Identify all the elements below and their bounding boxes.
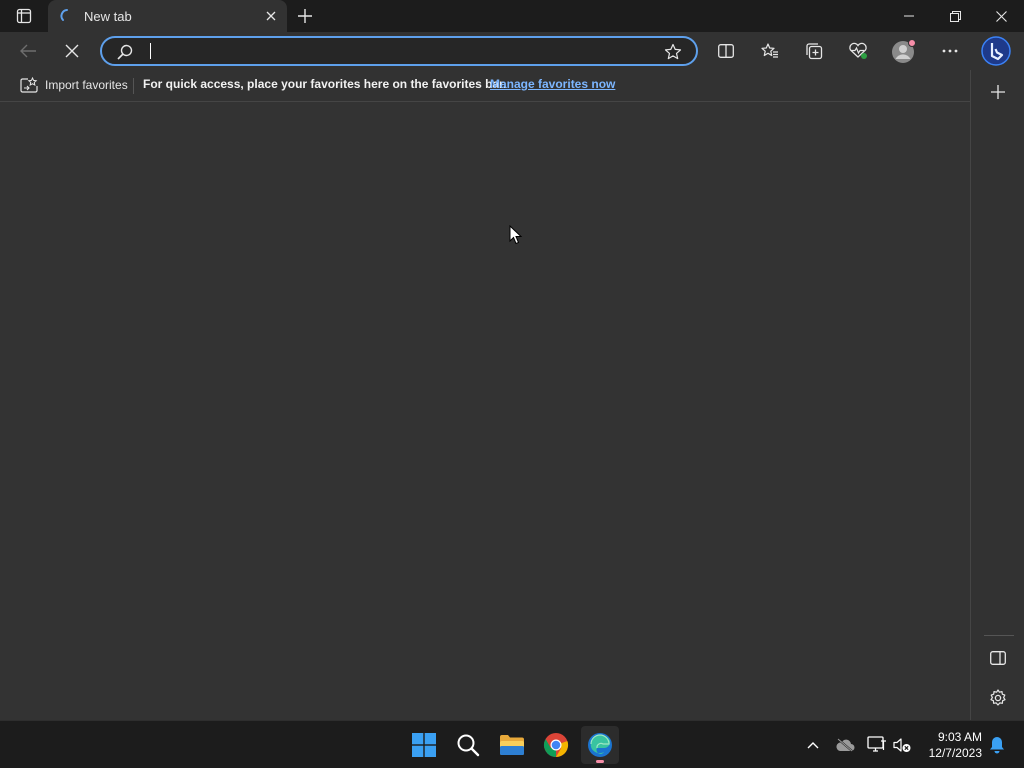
- add-favorite-icon[interactable]: [664, 43, 682, 61]
- show-hidden-icons-button[interactable]: [801, 733, 825, 757]
- taskbar-edge[interactable]: [581, 726, 619, 764]
- search-icon: [456, 733, 480, 757]
- network-button[interactable]: [865, 733, 889, 757]
- title-bar: New tab: [0, 0, 1024, 32]
- taskbar-search-button[interactable]: [449, 726, 487, 764]
- chrome-icon: [543, 732, 569, 758]
- settings-icon: [989, 689, 1007, 707]
- notification-bell-icon: [989, 736, 1005, 754]
- mouse-pointer-icon: [509, 225, 523, 245]
- back-icon: [19, 43, 37, 59]
- import-favorites-label: Import favorites: [45, 78, 128, 92]
- new-tab-button[interactable]: [294, 5, 316, 27]
- favorites-button[interactable]: [754, 35, 786, 67]
- bing-copilot-icon: [981, 36, 1011, 66]
- favorites-bar: Import favorites For quick access, place…: [0, 70, 970, 102]
- taskbar-file-explorer[interactable]: [493, 726, 531, 764]
- collections-icon: [805, 42, 823, 60]
- chevron-up-icon: [807, 741, 819, 749]
- tab-title: New tab: [84, 9, 132, 24]
- manage-favorites-link[interactable]: Manage favorites now: [490, 77, 615, 91]
- hide-sidebar-icon: [990, 651, 1006, 665]
- hide-sidebar-button[interactable]: [984, 644, 1012, 672]
- split-screen-button[interactable]: [710, 35, 742, 67]
- close-window-button[interactable]: [978, 0, 1024, 32]
- restore-button[interactable]: [932, 0, 978, 32]
- sidebar-divider: [984, 635, 1014, 636]
- browser-essentials-icon: [848, 42, 868, 60]
- import-favorites-button[interactable]: Import favorites: [13, 76, 128, 94]
- more-button[interactable]: [934, 35, 966, 67]
- windows-taskbar: 9:03 AM 12/7/2023: [0, 720, 1024, 768]
- bing-copilot-button[interactable]: [980, 35, 1012, 67]
- sidebar-settings-button[interactable]: [984, 684, 1012, 712]
- active-app-indicator: [596, 760, 604, 763]
- address-input[interactable]: [148, 42, 648, 60]
- favorites-separator: [133, 78, 134, 94]
- network-icon: [867, 736, 887, 754]
- add-icon: [991, 85, 1005, 99]
- windows-start-icon: [412, 733, 436, 757]
- more-icon: [942, 49, 958, 53]
- clock-date: 12/7/2023: [928, 746, 982, 760]
- onedrive-button[interactable]: [833, 733, 857, 757]
- onedrive-icon: [835, 738, 855, 752]
- file-explorer-icon: [499, 734, 525, 756]
- browser-essentials-button[interactable]: [842, 35, 874, 67]
- favorites-hint-text: For quick access, place your favorites h…: [143, 77, 507, 91]
- text-caret: [150, 43, 151, 59]
- browser-toolbar: [0, 32, 1024, 70]
- clock-time: 9:03 AM: [937, 730, 982, 744]
- stop-loading-icon: [65, 44, 79, 58]
- edge-icon: [587, 732, 613, 758]
- tab-actions-icon[interactable]: [10, 6, 38, 26]
- notifications-button[interactable]: [985, 733, 1009, 757]
- loading-edge-icon: [57, 8, 71, 24]
- close-tab-icon[interactable]: [263, 8, 279, 24]
- volume-muted-icon: [892, 737, 912, 753]
- profile-button[interactable]: [888, 35, 920, 67]
- system-clock[interactable]: 9:03 AM 12/7/2023: [920, 729, 982, 761]
- volume-button[interactable]: [890, 733, 914, 757]
- taskbar-chrome[interactable]: [537, 726, 575, 764]
- collections-button[interactable]: [798, 35, 830, 67]
- address-bar[interactable]: [100, 36, 698, 66]
- edge-sidebar: [970, 70, 1024, 720]
- import-favorites-icon: [20, 77, 38, 93]
- tab-new-tab[interactable]: New tab: [48, 0, 287, 32]
- stop-loading-button[interactable]: [56, 35, 88, 67]
- start-button[interactable]: [405, 726, 443, 764]
- minimize-button[interactable]: [886, 0, 932, 32]
- profile-avatar: [891, 38, 917, 64]
- favorites-icon: [761, 43, 779, 59]
- search-icon: [117, 44, 133, 60]
- split-screen-icon: [718, 44, 734, 58]
- sidebar-add-button[interactable]: [984, 78, 1012, 106]
- page-content: [0, 102, 970, 720]
- back-button[interactable]: [12, 35, 44, 67]
